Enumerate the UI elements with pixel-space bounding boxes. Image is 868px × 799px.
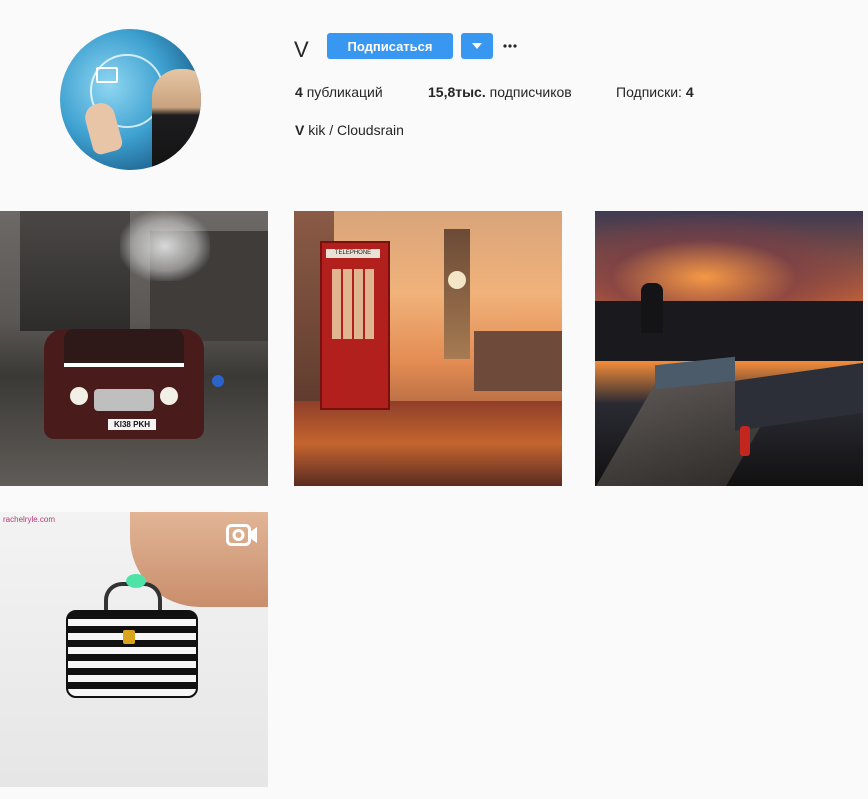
post-thumbnail-phone-box[interactable]: TELEPHONE [294,211,562,486]
following-count[interactable]: Подписки: 4 [616,84,694,100]
photo-boat [735,361,863,431]
video-camera-icon [226,524,257,546]
photo-building [20,211,130,331]
posts-count-value: 4 [295,84,303,100]
car-headlight [160,387,178,405]
triangle-down-icon [472,43,482,49]
car-headlight [70,387,88,405]
car-grill [94,389,154,411]
avatar-screen-icon [96,67,118,83]
profile-bio: V kik / Cloudsrain [295,122,404,138]
followers-count-label: подписчиков [489,84,572,100]
suggested-dropdown-button[interactable] [461,33,493,59]
bag-lock [123,630,135,644]
post-thumbnail-marina[interactable] [595,211,863,486]
booth-sign: TELEPHONE [326,249,380,258]
photo-railing [474,331,562,391]
photo-smoke [120,211,210,281]
photo-car: KI38 PKH [44,329,204,439]
photo-tower [641,283,663,333]
more-options-button[interactable] [500,35,520,57]
post-thumbnail-mini-car[interactable]: KI38 PKH [0,211,268,486]
followers-count-value: 15,8тыс. [428,84,486,100]
photo-ball [212,375,224,387]
photo-nail [126,574,146,588]
post-thumbnail-bag-video[interactable]: rachelryle.com [0,512,268,787]
photo-reflection [294,401,562,486]
ellipsis-icon [503,44,517,48]
follow-button[interactable]: Подписаться [327,33,453,59]
bio-text: kik / Cloudsrain [308,122,404,138]
followers-count[interactable]: 15,8тыс. подписчиков [428,84,572,100]
photo-lifebuoy [740,426,750,456]
avatar-man [152,69,201,170]
car-roof [64,329,184,367]
booth-window [332,269,376,339]
photo-watermark: rachelryle.com [3,515,56,524]
photo-skyline [595,301,863,361]
profile-avatar[interactable] [60,29,201,170]
posts-count-label: публикаций [306,84,383,100]
profile-username: V [294,37,309,62]
following-count-value: 4 [685,84,694,100]
car-plate: KI38 PKH [108,419,156,430]
photo-clock-tower [444,229,470,359]
photo-bag [66,610,198,698]
following-count-label: Подписки: [616,84,682,100]
posts-count: 4 публикаций [295,84,383,100]
bio-name: V [295,122,305,138]
clock-face [448,271,466,289]
photo-phone-booth: TELEPHONE [320,241,390,410]
